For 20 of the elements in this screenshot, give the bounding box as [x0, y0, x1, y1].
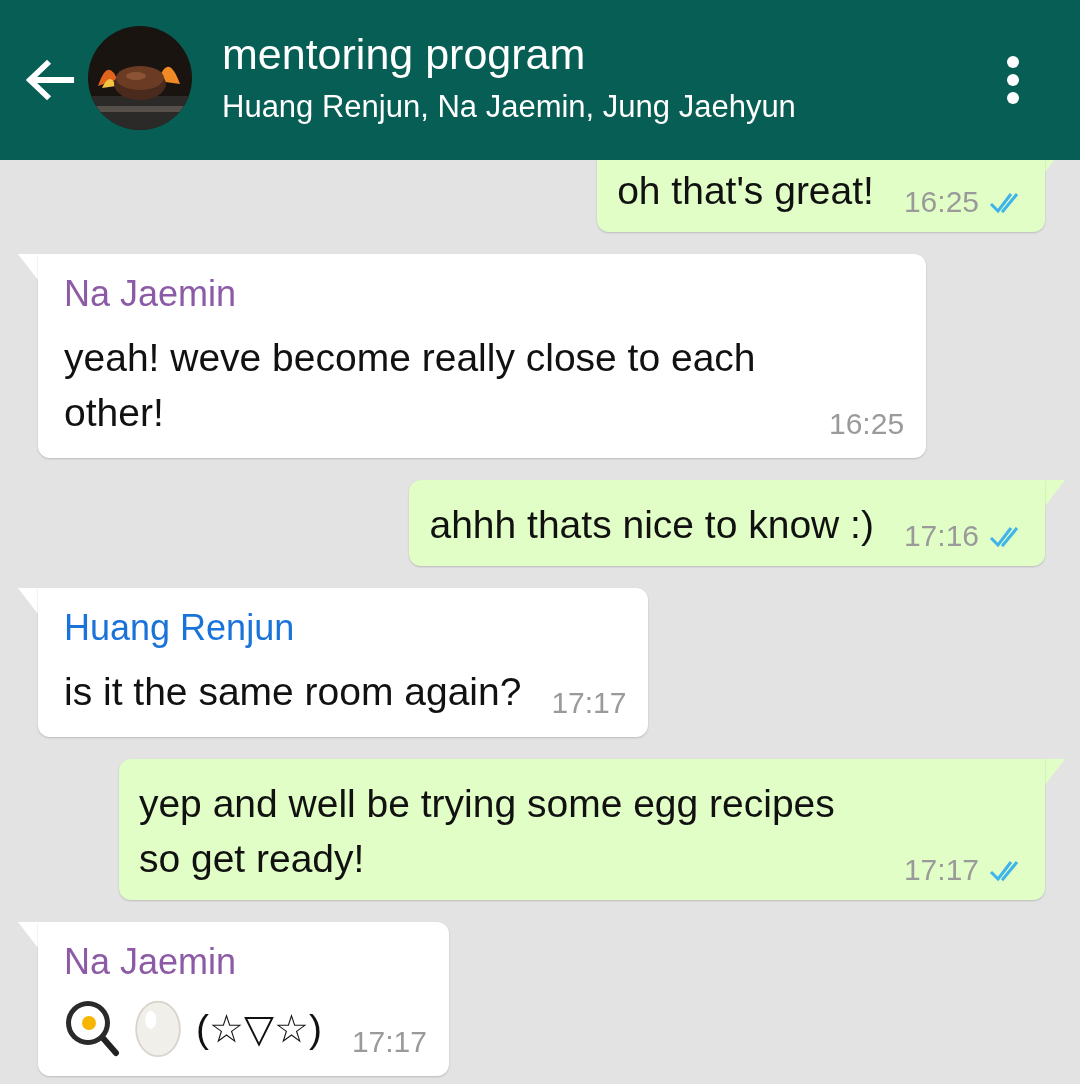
- message-time: 17:17: [903, 852, 979, 888]
- message-time: 17:17: [551, 685, 627, 721]
- message-text: (☆▽☆): [196, 1005, 322, 1052]
- sender-name: Huang Renjun: [64, 606, 296, 650]
- message-time: 16:25: [903, 184, 979, 220]
- sender-name: Na Jaemin: [64, 272, 238, 316]
- chat-title: mentoring program: [222, 29, 587, 80]
- message-text: oh that's great!: [617, 168, 874, 214]
- menu-icon[interactable]: [1006, 55, 1020, 105]
- message-time: 16:25: [829, 406, 905, 442]
- member-list: Huang Renjun, Na Jaemin, Jung Jaehyun: [222, 88, 1006, 126]
- message-text: yep and well be trying some egg recipes so get ready!: [138, 781, 836, 882]
- back-arrow-icon[interactable]: [26, 58, 76, 102]
- message-text: yeah! weve become really close to each other!: [64, 335, 757, 436]
- message-text: ahhh thats nice to know :): [429, 502, 874, 548]
- message-text: is it the same room again?: [64, 669, 522, 715]
- message-time: 17:16: [903, 518, 979, 554]
- frying-pan-egg-icon: [64, 998, 120, 1058]
- message-time: 17:17: [351, 1024, 427, 1060]
- sender-name: Na Jaemin: [64, 940, 238, 984]
